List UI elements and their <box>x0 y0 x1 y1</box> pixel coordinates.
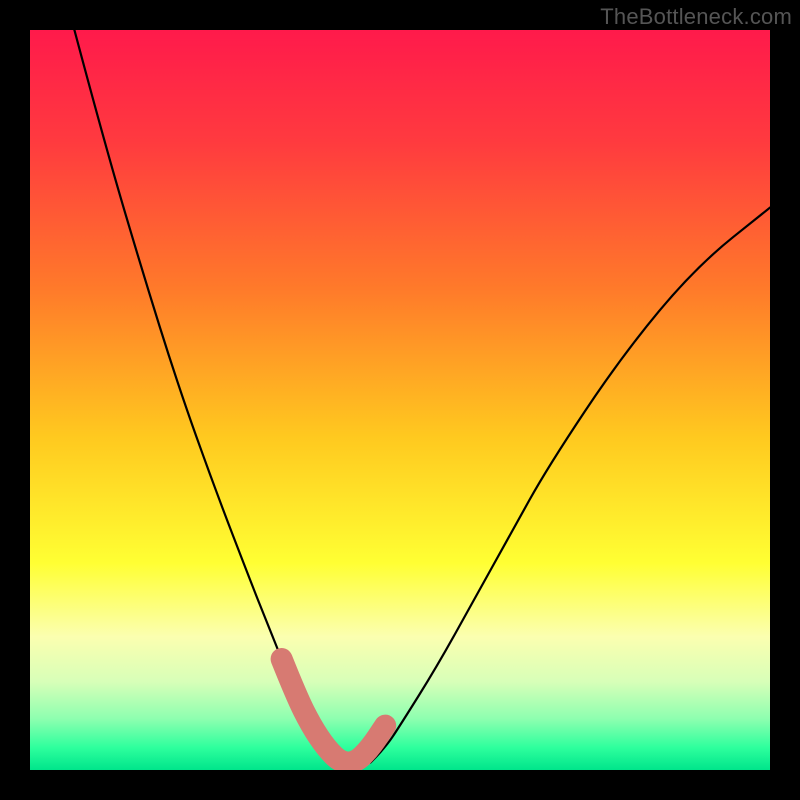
watermark-text: TheBottleneck.com <box>600 4 792 30</box>
chart-plot-area <box>30 30 770 770</box>
chart-frame: TheBottleneck.com <box>0 0 800 800</box>
chart-svg <box>30 30 770 770</box>
chart-background <box>30 30 770 770</box>
